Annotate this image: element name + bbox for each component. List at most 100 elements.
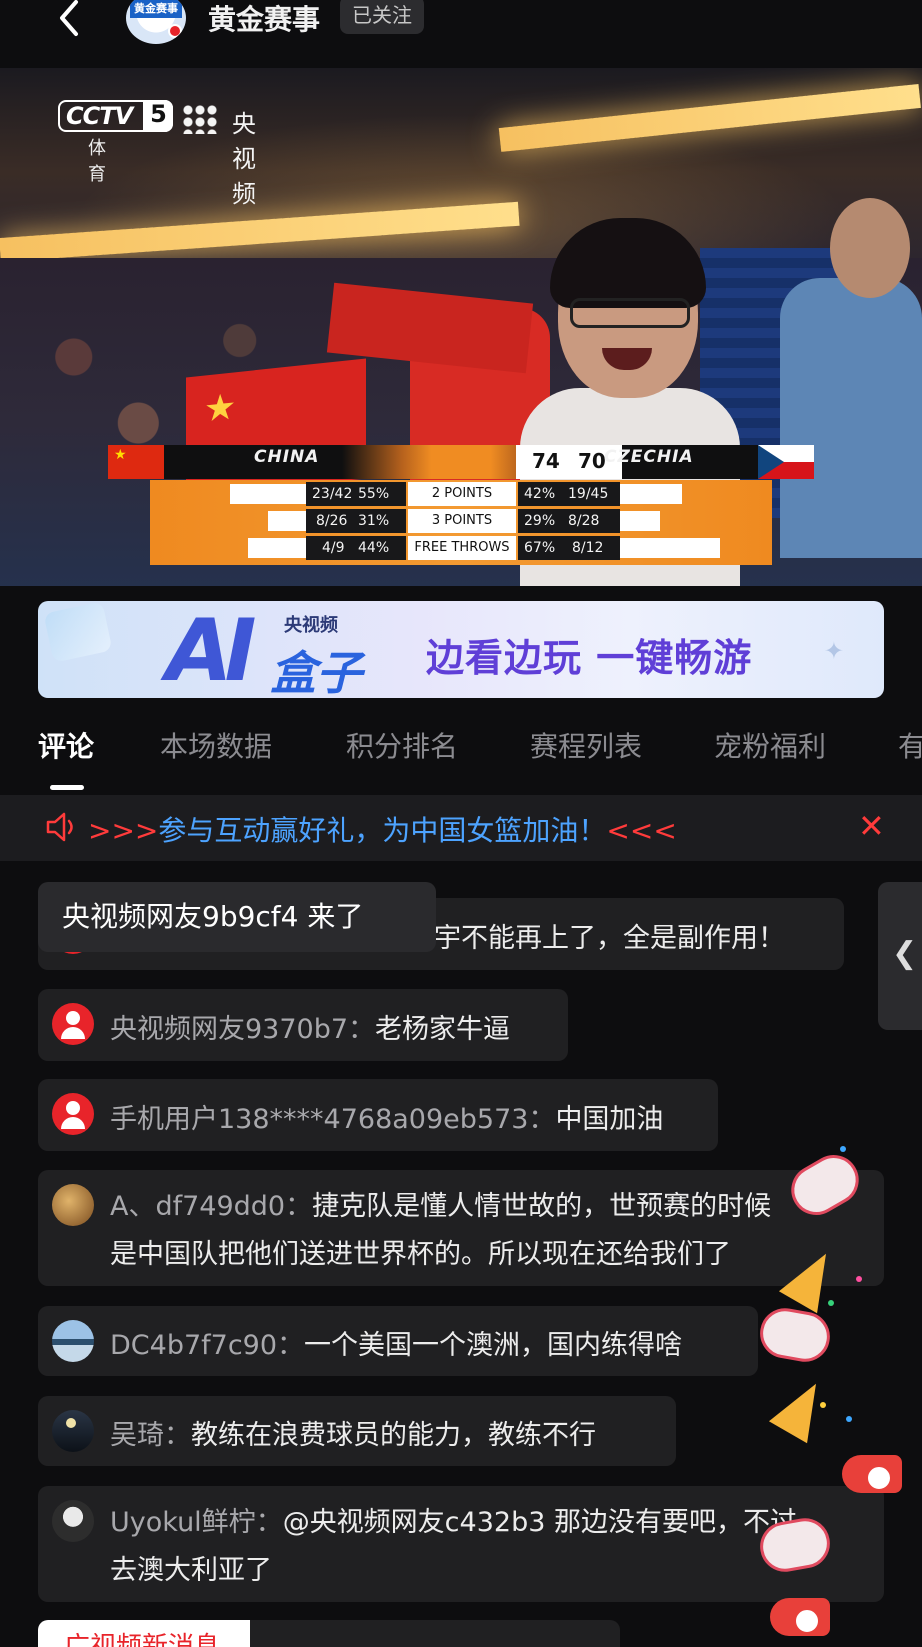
verified-badge-icon	[168, 24, 182, 38]
new-message-label: 广视频新消息	[64, 1632, 221, 1647]
home-stat: 23/42 55%	[306, 482, 406, 506]
home-team-name: CHINA	[254, 447, 320, 467]
comment-username[interactable]: 手机用户138****4768a09eb573：	[110, 1104, 555, 1135]
banner-ai-logo: AI	[166, 601, 257, 698]
comment-text-line2: 是中国队把他们送进世界杯的。所以现在还给我们了	[110, 1239, 731, 1270]
channel-avatar[interactable]: 黄金赛事	[126, 0, 186, 44]
home-stat-bar	[230, 484, 306, 504]
comment-item[interactable]: 手机用户138****4768a09eb573：中国加油	[38, 1079, 718, 1151]
tab-bar: 评论 本场数据 积分排名 赛程列表 宠粉福利 有	[0, 715, 922, 795]
tab-more[interactable]: 有	[898, 725, 922, 765]
tab-match-data[interactable]: 本场数据	[160, 725, 272, 765]
away-percent: 67%	[524, 540, 556, 556]
comment-content: DC4b7f7c90：一个美国一个澳洲，国内练得啥	[110, 1323, 682, 1362]
comment-content: A、df749dd0：捷克队是懂人情世故的，世预赛的时候	[110, 1184, 771, 1223]
tab-schedule[interactable]: 赛程列表	[530, 725, 642, 765]
away-stat-bar	[620, 484, 682, 504]
side-panel-toggle[interactable]: ❮	[878, 882, 922, 1030]
home-stat: 4/9 44%	[306, 536, 406, 560]
tab-standings[interactable]: 积分排名	[346, 725, 458, 765]
new-message-pill[interactable]: 广视频新消息	[38, 1620, 262, 1647]
tab-fan-benefits[interactable]: 宠粉福利	[714, 725, 826, 765]
user-avatar[interactable]	[52, 1184, 94, 1226]
home-stat-bar	[268, 511, 306, 531]
away-stat: 67% 8/12	[518, 536, 620, 560]
comment-item[interactable]: DC4b7f7c90：一个美国一个澳洲，国内练得啥	[38, 1306, 758, 1376]
channel-avatar-text: 黄金赛事	[130, 0, 182, 18]
announcement-text: >>>参与互动赢好礼，为中国女篮加油！<<<	[88, 809, 677, 849]
home-attempts: 23/42	[312, 486, 353, 502]
tab-comments[interactable]: 评论	[38, 725, 94, 765]
home-percent: 44%	[358, 540, 390, 556]
confetti-icon	[820, 1402, 826, 1408]
confetti-icon	[840, 1146, 846, 1152]
stat-label: 2 POINTS	[408, 482, 516, 506]
sparkle-icon: ✦	[823, 637, 844, 665]
flex-arm-icon	[756, 1304, 834, 1366]
comment-username[interactable]: DC4b7f7c90：	[110, 1330, 304, 1361]
user-avatar[interactable]	[52, 1410, 94, 1452]
stat-row: 23/42 55% 2 POINTS 42% 19/45	[150, 482, 772, 506]
confetti-icon	[846, 1416, 852, 1422]
china-flag-icon	[108, 445, 164, 479]
comment-text: 教练在浪费球员的能力，教练不行	[191, 1420, 596, 1451]
yangshipin-label: 央视频	[232, 110, 256, 208]
comment-item[interactable]	[250, 1620, 620, 1647]
comment-item[interactable]: 央视频网友9370b7：老杨家牛逼	[38, 989, 568, 1061]
cctv-logo: CCTV 5	[58, 100, 173, 132]
notice-suffix: <<<	[606, 814, 677, 847]
comment-item[interactable]: A、df749dd0：捷克队是懂人情世故的，世预赛的时候 是中国队把他们送进世界…	[38, 1170, 884, 1286]
user-avatar[interactable]	[52, 1093, 94, 1135]
close-icon[interactable]: ✕	[858, 807, 885, 845]
away-attempts: 19/45	[568, 486, 609, 502]
scoreboard-header: CHINA 74 70 CZECHIA	[108, 445, 814, 479]
banner-box-logo: 盒子	[270, 646, 362, 698]
comment-content: 央视频网友9370b7：老杨家牛逼	[110, 1007, 510, 1046]
back-arrow-icon[interactable]	[50, 0, 90, 40]
active-tab-indicator	[50, 785, 84, 790]
comment-item[interactable]: 吴琦：教练在浪费球员的能力，教练不行	[38, 1396, 676, 1466]
user-avatar[interactable]	[52, 1320, 94, 1362]
comment-content: 吴琦：教练在浪费球员的能力，教练不行	[110, 1413, 596, 1452]
czechia-flag-icon	[758, 445, 814, 479]
home-attempts: 4/9	[322, 540, 345, 556]
comment-text: 宇不能再上了，全是副作用！	[434, 923, 785, 954]
cctv-sub-label: 体育	[88, 138, 120, 185]
stat-row: 8/26 31% 3 POINTS 29% 8/28	[150, 509, 772, 533]
comment-text: @央视频网友c432b3 那边没有要吧，不过	[282, 1507, 797, 1538]
user-join-toast: 央视频网友9b9cf4 来了	[38, 882, 436, 952]
comment-username[interactable]: 吴琦：	[110, 1420, 191, 1451]
confetti-icon	[828, 1300, 834, 1306]
home-stat-bar	[248, 538, 306, 558]
ai-box-banner[interactable]: AI 央视频 盒子 边看边玩 一键畅游 ✦	[38, 601, 884, 698]
away-attempts: 8/12	[572, 540, 604, 556]
comment-item[interactable]: Uyokul鲜柠：@央视频网友c432b3 那边没有要吧，不过 去澳大利亚了	[38, 1486, 884, 1602]
comment-content: Uyokul鲜柠：@央视频网友c432b3 那边没有要吧，不过	[110, 1500, 797, 1539]
home-score: 74	[532, 449, 560, 473]
chevron-left-icon: ❮	[892, 936, 918, 971]
comment-text: 捷克队是懂人情世故的，世预赛的时候	[312, 1191, 772, 1222]
user-avatar[interactable]	[52, 1003, 94, 1045]
user-avatar[interactable]	[52, 1500, 94, 1542]
cctv-logo-text: CCTV	[66, 102, 133, 130]
home-attempts: 8/26	[316, 513, 348, 529]
away-attempts: 8/28	[568, 513, 600, 529]
horn-icon	[842, 1455, 902, 1493]
comment-username[interactable]: 央视频网友9370b7：	[110, 1014, 375, 1045]
yangshipin-dots-icon	[182, 104, 218, 134]
comment-text-line2: 去澳大利亚了	[110, 1555, 272, 1586]
follow-button[interactable]: 已关注	[340, 0, 424, 34]
away-stat-bar	[620, 538, 720, 558]
comment-text: 老杨家牛逼	[375, 1014, 511, 1045]
comment-username[interactable]: Uyokul鲜柠：	[110, 1507, 283, 1538]
comment-username[interactable]: A、df749dd0：	[110, 1191, 312, 1222]
party-popper-icon	[768, 1372, 836, 1444]
cube-icon	[43, 601, 113, 663]
away-team-name: CZECHIA	[604, 447, 694, 467]
channel-name[interactable]: 黄金赛事	[208, 0, 320, 38]
stat-label: FREE THROWS	[408, 536, 516, 560]
stadium-light	[0, 201, 520, 262]
confetti-icon	[856, 1276, 862, 1282]
notice-message: 参与互动赢好礼，为中国女篮加油！	[158, 814, 607, 847]
announcement-bar[interactable]: >>>参与互动赢好礼，为中国女篮加油！<<< ✕	[0, 795, 922, 861]
